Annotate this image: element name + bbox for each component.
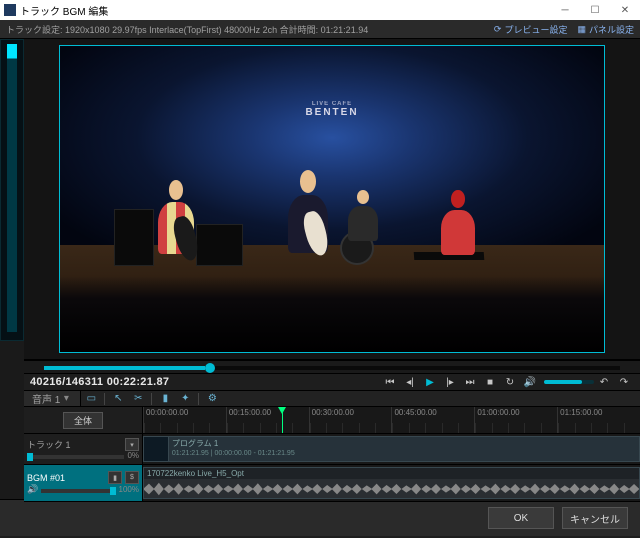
transport-bar: 40216/146311 00:22:21.87 ⏮ ◂| ▶ |▸ ⏭ ■ ↻… [24, 373, 640, 391]
audio-lane[interactable]: 170722kenko Live_H5_Opt [143, 465, 640, 501]
volume-slider[interactable] [544, 380, 594, 384]
timecode: 40216/146311 00:22:21.87 [30, 376, 169, 388]
preview-settings-link[interactable]: ⟳プレビュー設定 [494, 23, 568, 36]
preview-area: LIVE CAFEBENTEN [24, 39, 640, 359]
redo-button[interactable]: ↷ [615, 374, 633, 390]
audio-tab[interactable]: 音声 1▾ [24, 391, 81, 406]
rewind-button[interactable]: ⏮ [381, 374, 399, 390]
tool-fx-icon[interactable]: ✦ [175, 391, 195, 406]
video-track-header[interactable]: トラック 1▾ 0% [24, 434, 143, 464]
footer: OK キャンセル [0, 499, 640, 536]
audio-waveform [144, 480, 639, 498]
video-thumb-clip[interactable] [143, 436, 170, 462]
ruler-head: 全体 [24, 407, 143, 433]
scrub-thumb[interactable] [205, 363, 215, 373]
tool-settings-icon[interactable]: ⚙ [202, 391, 222, 406]
chevron-down-icon: ▾ [60, 393, 72, 404]
tool-cut-icon[interactable]: ✂ [128, 391, 148, 406]
track-settings-spec: 1920x1080 29.97fps Interlace(TopFirst) 4… [65, 23, 368, 36]
solo-button[interactable]: $ [125, 471, 139, 484]
tool-marker-icon[interactable]: ▮ [155, 391, 175, 406]
step-fwd-button[interactable]: |▸ [441, 374, 459, 390]
audio-scope [0, 39, 24, 341]
tool-select-icon[interactable]: ▭ [81, 391, 101, 406]
stop-button[interactable]: ■ [481, 374, 499, 390]
loop-button[interactable]: ↻ [501, 374, 519, 390]
window-titlebar: トラック BGM 編集 ─ ☐ ✕ [0, 0, 640, 20]
panel-icon: ▦ [577, 24, 586, 35]
ok-button[interactable]: OK [488, 507, 554, 529]
timeline: 全体 00:00:00.00 00:15:00.00 00:30:00.00 0… [24, 407, 640, 502]
fit-whole-button[interactable]: 全体 [63, 412, 103, 429]
left-strip [0, 39, 24, 499]
close-button[interactable]: ✕ [610, 0, 640, 20]
info-bar: トラック設定: 1920x1080 29.97fps Interlace(Top… [0, 20, 640, 39]
program-clip[interactable]: プログラム 1 01:21:21.95 | 00:00:00.00 - 01:2… [168, 436, 640, 462]
venue-sign: LIVE CAFEBENTEN [305, 101, 358, 118]
audio-track-header[interactable]: BGM #01▮$ 🔊100% [24, 465, 143, 501]
playhead[interactable] [282, 407, 283, 433]
minimize-button[interactable]: ─ [550, 0, 580, 20]
time-ruler[interactable]: 00:00:00.00 00:15:00.00 00:30:00.00 00:4… [143, 407, 640, 433]
app-icon [4, 4, 16, 16]
audio-clip[interactable]: 170722kenko Live_H5_Opt [143, 467, 640, 499]
track-toggle-icon[interactable]: ▾ [125, 438, 139, 451]
volume-icon[interactable]: 🔊 [521, 374, 539, 390]
undo-button[interactable]: ↶ [595, 374, 613, 390]
mute-button[interactable]: ▮ [108, 471, 122, 484]
timeline-toolbar: 音声 1▾ ▭ ↖ ✂ ▮ ✦ ⚙ [24, 391, 640, 407]
track-settings-label: トラック設定: [6, 23, 63, 36]
speaker-icon: 🔊 [27, 484, 38, 495]
tool-cursor-icon[interactable]: ↖ [108, 391, 128, 406]
window-title: トラック BGM 編集 [20, 3, 108, 18]
fast-fwd-button[interactable]: ⏭ [461, 374, 479, 390]
maximize-button[interactable]: ☐ [580, 0, 610, 20]
play-button[interactable]: ▶ [421, 374, 439, 390]
video-lane[interactable]: プログラム 1 01:21:21.95 | 00:00:00.00 - 01:2… [143, 434, 640, 464]
cancel-button[interactable]: キャンセル [562, 507, 628, 529]
panel-settings-link[interactable]: ▦パネル設定 [577, 23, 634, 36]
video-preview[interactable]: LIVE CAFEBENTEN [59, 45, 605, 353]
step-back-button[interactable]: ◂| [401, 374, 419, 390]
scrub-bar[interactable] [24, 361, 640, 373]
refresh-icon: ⟳ [494, 24, 502, 35]
